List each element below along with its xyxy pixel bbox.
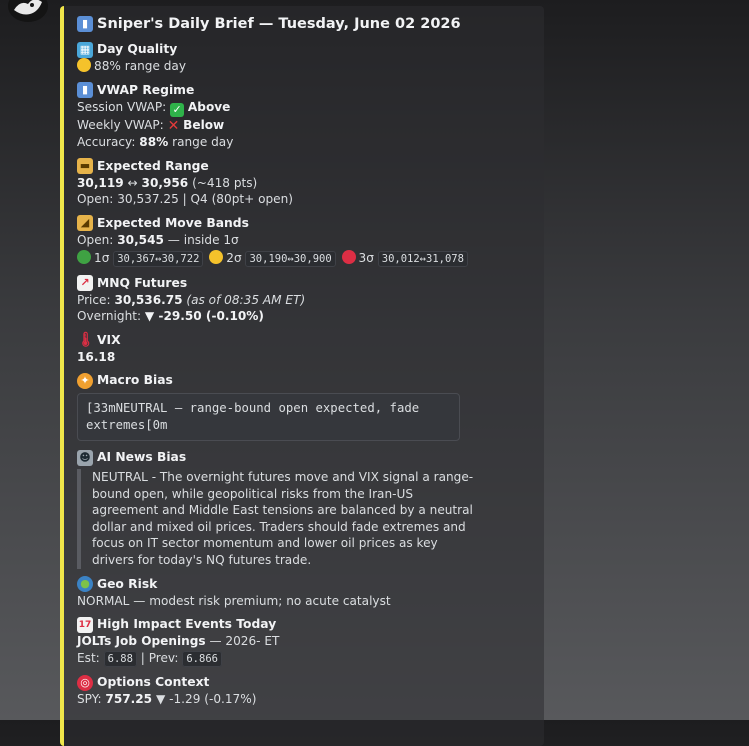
prev-value: 6.866 xyxy=(182,650,222,667)
accuracy-label: Accuracy: xyxy=(77,135,136,149)
event-name: JOLTs Job Openings xyxy=(77,634,206,649)
weekly-vwap-value: Below xyxy=(183,117,225,132)
est-value: 6.88 xyxy=(103,650,137,667)
field-options-context: ◎ Options Context SPY: 757.25 ▼ -1.29 (-0… xyxy=(77,674,532,708)
accuracy-value: 88% xyxy=(139,135,169,149)
field-label: VWAP Regime xyxy=(97,82,195,97)
embed-title-text: Sniper's Daily Brief — Tuesday, June 02 … xyxy=(97,16,461,32)
bar-chart-icon: ▮ xyxy=(77,82,93,98)
spy-label: SPY: xyxy=(77,692,102,707)
field-mnq-futures: ↗ MNQ Futures Price: 30,536.75 (as of 08:… xyxy=(77,275,532,325)
range-low: 30,119 xyxy=(77,175,124,190)
field-label: Day Quality xyxy=(97,42,178,56)
bar-chart-icon: ▮ xyxy=(77,16,93,32)
field-vix: 🌡 VIX 16.18 xyxy=(77,332,532,366)
field-label: VIX xyxy=(97,332,121,347)
field-vwap-regime: ▮ VWAP Regime Session VWAP: ✓ Above Weekl… xyxy=(77,82,532,151)
range-arrow: ↔ xyxy=(127,175,138,190)
globe-icon: ● xyxy=(77,576,93,593)
day-quality-value: 88% range day xyxy=(94,59,186,73)
price-label: Price: xyxy=(77,292,111,307)
red-circle-icon xyxy=(341,250,356,264)
overnight-value: ▼ -29.50 (-0.10%) xyxy=(144,309,264,323)
sigma3-label: 3σ xyxy=(358,251,374,265)
green-circle-icon xyxy=(77,250,91,264)
accuracy-suffix: range day xyxy=(172,135,234,149)
spy-change: ▼ -1.29 (-0.17%) xyxy=(155,692,257,707)
price-value: 30,536.75 xyxy=(114,292,183,307)
yellow-circle-icon xyxy=(77,58,91,72)
range-high: 30,956 xyxy=(141,175,189,190)
sigma1-label: 1σ xyxy=(94,251,110,265)
compass-icon: ✦ xyxy=(77,372,93,389)
spy-value: 757.25 xyxy=(105,692,153,707)
field-expected-range: ▬ Expected Range 30,119 ↔ 30,956 (~418 pt… xyxy=(77,158,532,208)
ai-news-quote: NEUTRAL - The overnight futures move and… xyxy=(77,469,482,569)
sigma2-value: 30,190↔30,900 xyxy=(245,251,336,267)
range-points: (~418 pts) xyxy=(192,175,258,190)
bands-open-label: Open: xyxy=(77,232,114,247)
geo-risk-value: NORMAL — modest risk premium; no acute c… xyxy=(77,593,391,608)
macro-bias-codeblock: [33mNEUTRAL — range-bound open expected,… xyxy=(77,393,460,441)
price-time: (as of 08:35 AM ET) xyxy=(186,292,306,307)
bot-avatar[interactable] xyxy=(8,0,48,22)
session-vwap-label: Session VWAP: xyxy=(77,99,167,114)
vix-value: 16.18 xyxy=(77,349,116,364)
prev-label: | Prev: xyxy=(140,650,179,665)
field-label: Macro Bias xyxy=(97,373,173,387)
field-geo-risk: ● Geo Risk NORMAL — modest risk premium; … xyxy=(77,576,532,610)
range-open-line: Open: 30,537.25 | Q4 (80pt+ open) xyxy=(77,192,293,206)
ruler-icon: ▬ xyxy=(77,158,93,174)
bands-open-value: 30,545 xyxy=(117,232,164,247)
target-icon: ◎ xyxy=(77,674,93,691)
yellow-circle-icon xyxy=(209,250,224,264)
field-macro-bias: ✦ Macro Bias [33mNEUTRAL — range-bound op… xyxy=(77,372,532,441)
field-expected-move-bands: ◢ Expected Move Bands Open: 30,545 — insi… xyxy=(77,215,532,268)
field-label: Expected Move Bands xyxy=(97,215,249,230)
chart-increasing-icon: ↗ xyxy=(77,275,93,291)
weekly-vwap-label: Weekly VWAP: xyxy=(77,117,164,132)
field-label: MNQ Futures xyxy=(97,275,188,290)
est-label: Est: xyxy=(77,650,100,665)
daily-brief-embed: ▮ Sniper's Daily Brief — Tuesday, June 0… xyxy=(60,6,544,746)
bands-open-suffix: — inside 1σ xyxy=(167,232,239,247)
triangle-ruler-icon: ◢ xyxy=(77,215,93,231)
cross-mark-icon: ✕ xyxy=(167,117,180,134)
embed-title: ▮ Sniper's Daily Brief — Tuesday, June 0… xyxy=(77,16,532,32)
check-mark-icon: ✓ xyxy=(170,102,185,117)
field-label: High Impact Events Today xyxy=(97,617,277,632)
field-day-quality: ▦ Day Quality 88% range day xyxy=(77,41,532,75)
sigma3-value: 30,012↔31,078 xyxy=(377,251,468,267)
field-label: Geo Risk xyxy=(97,576,158,591)
field-label: AI News Bias xyxy=(97,450,187,464)
field-ai-news-bias: ☻ AI News Bias NEUTRAL - The overnight fu… xyxy=(77,449,532,569)
sigma2-label: 2σ xyxy=(226,251,242,265)
calendar-icon: 17 xyxy=(77,616,93,633)
field-label: Options Context xyxy=(97,675,210,690)
overnight-label: Overnight: xyxy=(77,309,142,323)
field-high-impact-events: 17 High Impact Events Today JOLTs Job Ope… xyxy=(77,616,532,667)
robot-icon: ☻ xyxy=(77,449,93,466)
sigma1-value: 30,367↔30,722 xyxy=(113,251,204,267)
map-icon: ▦ xyxy=(77,41,93,58)
session-vwap-value: Above xyxy=(187,99,231,114)
field-label: Expected Range xyxy=(97,158,209,173)
event-time: — 2026- ET xyxy=(209,634,280,649)
thermometer-icon: 🌡 xyxy=(77,332,95,348)
